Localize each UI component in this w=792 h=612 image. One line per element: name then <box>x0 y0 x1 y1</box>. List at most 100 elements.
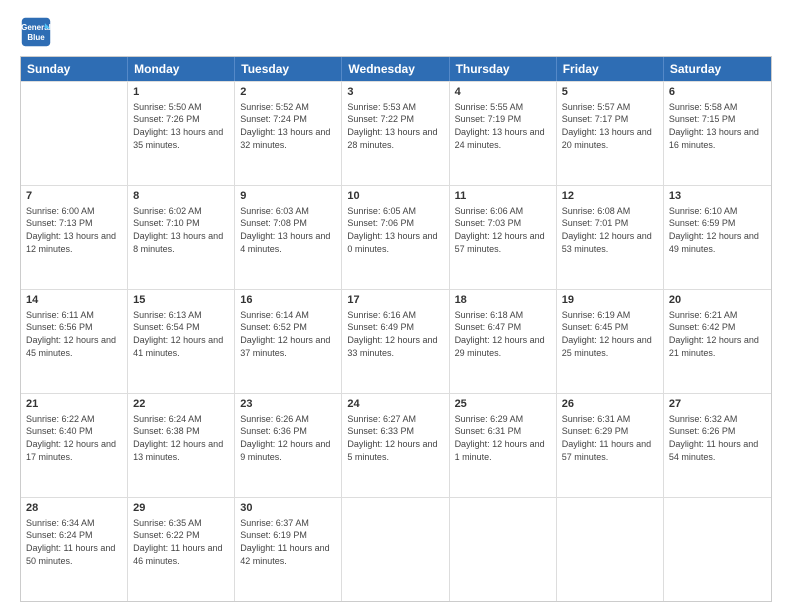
empty-cell <box>21 82 128 185</box>
week-row-2: 7Sunrise: 6:00 AMSunset: 7:13 PMDaylight… <box>21 185 771 289</box>
logo-icon: General Blue <box>20 16 52 48</box>
day-cell-6: 6Sunrise: 5:58 AMSunset: 7:15 PMDaylight… <box>664 82 771 185</box>
day-number: 8 <box>133 189 229 204</box>
day-info: Sunrise: 6:08 AMSunset: 7:01 PMDaylight:… <box>562 205 658 255</box>
day-cell-30: 30Sunrise: 6:37 AMSunset: 6:19 PMDayligh… <box>235 498 342 601</box>
day-number: 4 <box>455 85 551 100</box>
day-number: 10 <box>347 189 443 204</box>
calendar-body: 1Sunrise: 5:50 AMSunset: 7:26 PMDaylight… <box>21 81 771 601</box>
empty-cell <box>342 498 449 601</box>
day-cell-19: 19Sunrise: 6:19 AMSunset: 6:45 PMDayligh… <box>557 290 664 393</box>
day-cell-25: 25Sunrise: 6:29 AMSunset: 6:31 PMDayligh… <box>450 394 557 497</box>
day-number: 11 <box>455 189 551 204</box>
day-number: 26 <box>562 397 658 412</box>
day-number: 28 <box>26 501 122 516</box>
day-cell-23: 23Sunrise: 6:26 AMSunset: 6:36 PMDayligh… <box>235 394 342 497</box>
day-cell-1: 1Sunrise: 5:50 AMSunset: 7:26 PMDaylight… <box>128 82 235 185</box>
day-info: Sunrise: 6:00 AMSunset: 7:13 PMDaylight:… <box>26 205 122 255</box>
day-info: Sunrise: 6:27 AMSunset: 6:33 PMDaylight:… <box>347 413 443 463</box>
week-row-5: 28Sunrise: 6:34 AMSunset: 6:24 PMDayligh… <box>21 497 771 601</box>
day-cell-20: 20Sunrise: 6:21 AMSunset: 6:42 PMDayligh… <box>664 290 771 393</box>
day-cell-18: 18Sunrise: 6:18 AMSunset: 6:47 PMDayligh… <box>450 290 557 393</box>
day-cell-5: 5Sunrise: 5:57 AMSunset: 7:17 PMDaylight… <box>557 82 664 185</box>
day-cell-7: 7Sunrise: 6:00 AMSunset: 7:13 PMDaylight… <box>21 186 128 289</box>
day-info: Sunrise: 5:57 AMSunset: 7:17 PMDaylight:… <box>562 101 658 151</box>
day-number: 23 <box>240 397 336 412</box>
week-row-3: 14Sunrise: 6:11 AMSunset: 6:56 PMDayligh… <box>21 289 771 393</box>
day-info: Sunrise: 6:37 AMSunset: 6:19 PMDaylight:… <box>240 517 336 567</box>
day-info: Sunrise: 6:10 AMSunset: 6:59 PMDaylight:… <box>669 205 766 255</box>
logo: General Blue <box>20 16 56 48</box>
day-number: 29 <box>133 501 229 516</box>
header-day-friday: Friday <box>557 57 664 81</box>
day-number: 3 <box>347 85 443 100</box>
header-day-sunday: Sunday <box>21 57 128 81</box>
day-number: 5 <box>562 85 658 100</box>
day-info: Sunrise: 6:26 AMSunset: 6:36 PMDaylight:… <box>240 413 336 463</box>
day-number: 27 <box>669 397 766 412</box>
day-number: 19 <box>562 293 658 308</box>
header: General Blue <box>20 16 772 48</box>
day-number: 13 <box>669 189 766 204</box>
day-info: Sunrise: 5:55 AMSunset: 7:19 PMDaylight:… <box>455 101 551 151</box>
day-cell-3: 3Sunrise: 5:53 AMSunset: 7:22 PMDaylight… <box>342 82 449 185</box>
day-info: Sunrise: 5:52 AMSunset: 7:24 PMDaylight:… <box>240 101 336 151</box>
empty-cell <box>664 498 771 601</box>
page: General Blue SundayMondayTuesdayWednesda… <box>0 0 792 612</box>
day-cell-10: 10Sunrise: 6:05 AMSunset: 7:06 PMDayligh… <box>342 186 449 289</box>
calendar: SundayMondayTuesdayWednesdayThursdayFrid… <box>20 56 772 602</box>
day-number: 16 <box>240 293 336 308</box>
day-cell-29: 29Sunrise: 6:35 AMSunset: 6:22 PMDayligh… <box>128 498 235 601</box>
header-day-wednesday: Wednesday <box>342 57 449 81</box>
day-info: Sunrise: 6:16 AMSunset: 6:49 PMDaylight:… <box>347 309 443 359</box>
header-day-thursday: Thursday <box>450 57 557 81</box>
day-cell-28: 28Sunrise: 6:34 AMSunset: 6:24 PMDayligh… <box>21 498 128 601</box>
day-info: Sunrise: 5:53 AMSunset: 7:22 PMDaylight:… <box>347 101 443 151</box>
day-info: Sunrise: 6:29 AMSunset: 6:31 PMDaylight:… <box>455 413 551 463</box>
day-info: Sunrise: 5:50 AMSunset: 7:26 PMDaylight:… <box>133 101 229 151</box>
day-info: Sunrise: 6:18 AMSunset: 6:47 PMDaylight:… <box>455 309 551 359</box>
day-info: Sunrise: 6:34 AMSunset: 6:24 PMDaylight:… <box>26 517 122 567</box>
day-cell-8: 8Sunrise: 6:02 AMSunset: 7:10 PMDaylight… <box>128 186 235 289</box>
week-row-4: 21Sunrise: 6:22 AMSunset: 6:40 PMDayligh… <box>21 393 771 497</box>
day-number: 21 <box>26 397 122 412</box>
day-cell-24: 24Sunrise: 6:27 AMSunset: 6:33 PMDayligh… <box>342 394 449 497</box>
day-number: 1 <box>133 85 229 100</box>
day-number: 30 <box>240 501 336 516</box>
day-cell-14: 14Sunrise: 6:11 AMSunset: 6:56 PMDayligh… <box>21 290 128 393</box>
day-number: 7 <box>26 189 122 204</box>
day-number: 9 <box>240 189 336 204</box>
day-number: 14 <box>26 293 122 308</box>
empty-cell <box>450 498 557 601</box>
day-info: Sunrise: 6:31 AMSunset: 6:29 PMDaylight:… <box>562 413 658 463</box>
day-cell-15: 15Sunrise: 6:13 AMSunset: 6:54 PMDayligh… <box>128 290 235 393</box>
day-number: 18 <box>455 293 551 308</box>
day-number: 24 <box>347 397 443 412</box>
day-number: 2 <box>240 85 336 100</box>
day-info: Sunrise: 6:32 AMSunset: 6:26 PMDaylight:… <box>669 413 766 463</box>
day-number: 15 <box>133 293 229 308</box>
day-number: 6 <box>669 85 766 100</box>
day-cell-22: 22Sunrise: 6:24 AMSunset: 6:38 PMDayligh… <box>128 394 235 497</box>
day-info: Sunrise: 6:06 AMSunset: 7:03 PMDaylight:… <box>455 205 551 255</box>
svg-text:Blue: Blue <box>27 33 45 42</box>
week-row-1: 1Sunrise: 5:50 AMSunset: 7:26 PMDaylight… <box>21 81 771 185</box>
day-info: Sunrise: 6:11 AMSunset: 6:56 PMDaylight:… <box>26 309 122 359</box>
header-day-saturday: Saturday <box>664 57 771 81</box>
day-cell-21: 21Sunrise: 6:22 AMSunset: 6:40 PMDayligh… <box>21 394 128 497</box>
day-cell-4: 4Sunrise: 5:55 AMSunset: 7:19 PMDaylight… <box>450 82 557 185</box>
day-info: Sunrise: 6:19 AMSunset: 6:45 PMDaylight:… <box>562 309 658 359</box>
day-cell-2: 2Sunrise: 5:52 AMSunset: 7:24 PMDaylight… <box>235 82 342 185</box>
day-info: Sunrise: 6:14 AMSunset: 6:52 PMDaylight:… <box>240 309 336 359</box>
day-cell-16: 16Sunrise: 6:14 AMSunset: 6:52 PMDayligh… <box>235 290 342 393</box>
day-info: Sunrise: 6:24 AMSunset: 6:38 PMDaylight:… <box>133 413 229 463</box>
day-info: Sunrise: 6:21 AMSunset: 6:42 PMDaylight:… <box>669 309 766 359</box>
day-number: 22 <box>133 397 229 412</box>
day-info: Sunrise: 6:02 AMSunset: 7:10 PMDaylight:… <box>133 205 229 255</box>
day-cell-11: 11Sunrise: 6:06 AMSunset: 7:03 PMDayligh… <box>450 186 557 289</box>
empty-cell <box>557 498 664 601</box>
day-info: Sunrise: 6:22 AMSunset: 6:40 PMDaylight:… <box>26 413 122 463</box>
day-cell-9: 9Sunrise: 6:03 AMSunset: 7:08 PMDaylight… <box>235 186 342 289</box>
header-day-monday: Monday <box>128 57 235 81</box>
day-cell-13: 13Sunrise: 6:10 AMSunset: 6:59 PMDayligh… <box>664 186 771 289</box>
